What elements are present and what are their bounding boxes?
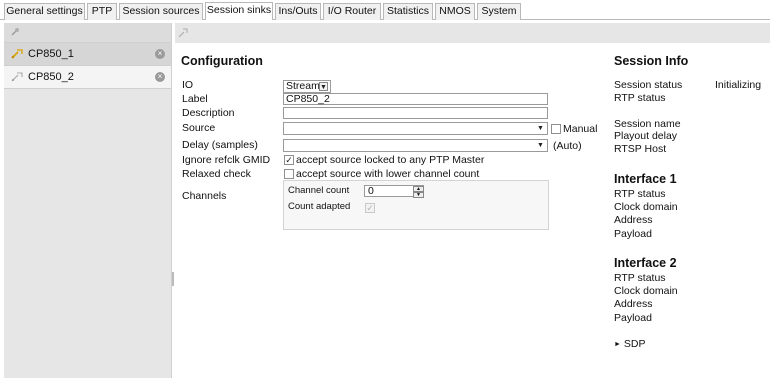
sink-item-cp850-2[interactable]: CP850_2 × — [4, 66, 171, 89]
configuration-title: Configuration — [181, 54, 263, 68]
interface2-address-label: Address — [614, 298, 653, 310]
source-select[interactable]: ▼ — [283, 122, 548, 135]
ignore-refclk-checkbox[interactable]: ✓ — [284, 155, 294, 165]
details-header — [175, 23, 770, 43]
sidebar-header — [4, 23, 171, 43]
tab-general-settings[interactable]: General settings — [4, 3, 85, 20]
delay-label: Delay (samples) — [182, 139, 258, 151]
label-label: Label — [182, 93, 208, 105]
relaxed-check-label: Relaxed check — [182, 168, 251, 180]
chevron-down-icon: ▼ — [537, 142, 544, 149]
count-adapted-label: Count adapted — [288, 201, 351, 212]
triangle-right-icon: ► — [614, 341, 621, 348]
sink-item-cp850-1[interactable]: CP850_1 × — [4, 43, 171, 66]
source-label: Source — [182, 122, 216, 134]
remove-icon[interactable]: × — [155, 72, 165, 82]
tab-statistics[interactable]: Statistics — [383, 3, 433, 20]
tab-session-sources[interactable]: Session sources — [119, 3, 203, 20]
interface2-rtp-status-label: RTP status — [614, 272, 666, 284]
ignore-refclk-text: accept source locked to any PTP Master — [296, 154, 485, 166]
relaxed-check-text: accept source with lower channel count — [296, 168, 480, 180]
interface1-title: Interface 1 — [614, 172, 677, 186]
decrement-icon[interactable]: ▼ — [413, 192, 424, 198]
interface1-payload-label: Payload — [614, 228, 652, 240]
sdp-toggle[interactable]: ► SDP — [614, 338, 645, 350]
rtsp-host-label: RTSP Host — [614, 143, 667, 155]
tab-io-router[interactable]: I/O Router — [323, 3, 381, 20]
tab-nmos[interactable]: NMOS — [435, 3, 475, 20]
count-adapted-checkbox: ✓ — [365, 203, 375, 213]
session-status-label: Session status — [614, 79, 683, 91]
delay-auto-label: (Auto) — [553, 140, 582, 152]
manual-label: Manual — [563, 123, 598, 135]
splitter-handle[interactable] — [172, 272, 174, 286]
interface2-clock-domain-label: Clock domain — [614, 285, 678, 297]
tab-bar: General settings PTP Session sources Ses… — [0, 0, 770, 20]
io-label: IO — [182, 79, 194, 91]
sdp-label: SDP — [623, 338, 646, 350]
relaxed-check-checkbox[interactable] — [284, 169, 294, 179]
description-label: Description — [182, 107, 235, 119]
pin-icon[interactable] — [10, 27, 20, 37]
description-input[interactable] — [283, 107, 548, 119]
delay-select[interactable]: ▼ — [283, 139, 548, 152]
chevron-down-icon: ▼ — [319, 82, 328, 91]
interface1-address-label: Address — [614, 214, 653, 226]
channel-count-label: Channel count — [288, 185, 350, 196]
session-info-title: Session Info — [614, 54, 689, 68]
interface2-payload-label: Payload — [614, 312, 652, 324]
interface1-clock-domain-label: Clock domain — [614, 201, 678, 213]
sink-item-label: CP850_1 — [28, 48, 74, 60]
interface1-rtp-status-label: RTP status — [614, 188, 666, 200]
interface2-title: Interface 2 — [614, 256, 677, 270]
session-status-value: Initializing — [715, 79, 762, 91]
sink-link-icon — [11, 72, 23, 82]
tab-ins-outs[interactable]: Ins/Outs — [275, 3, 321, 20]
playout-delay-label: Playout delay — [614, 130, 678, 142]
io-select-value: Stream — [286, 80, 320, 92]
tab-session-sinks[interactable]: Session sinks — [205, 2, 273, 20]
sink-item-label: CP850_2 — [28, 71, 74, 83]
tab-ptp[interactable]: PTP — [87, 3, 117, 20]
sink-link-icon — [11, 49, 23, 59]
sinks-sidebar: CP850_1 × CP850_2 × — [4, 23, 172, 378]
link-icon — [178, 28, 188, 38]
session-name-label: Session name — [614, 118, 681, 130]
chevron-down-icon: ▼ — [537, 125, 544, 132]
label-input[interactable]: CP850_2 — [283, 93, 548, 105]
rtp-status-label: RTP status — [614, 92, 666, 104]
remove-icon[interactable]: × — [155, 49, 165, 59]
ignore-refclk-label: Ignore refclk GMID — [182, 154, 271, 166]
manual-checkbox[interactable] — [551, 124, 561, 134]
tab-system[interactable]: System — [477, 3, 521, 20]
channels-label: Channels — [182, 190, 227, 202]
io-select[interactable]: Stream ▼ — [283, 80, 331, 93]
